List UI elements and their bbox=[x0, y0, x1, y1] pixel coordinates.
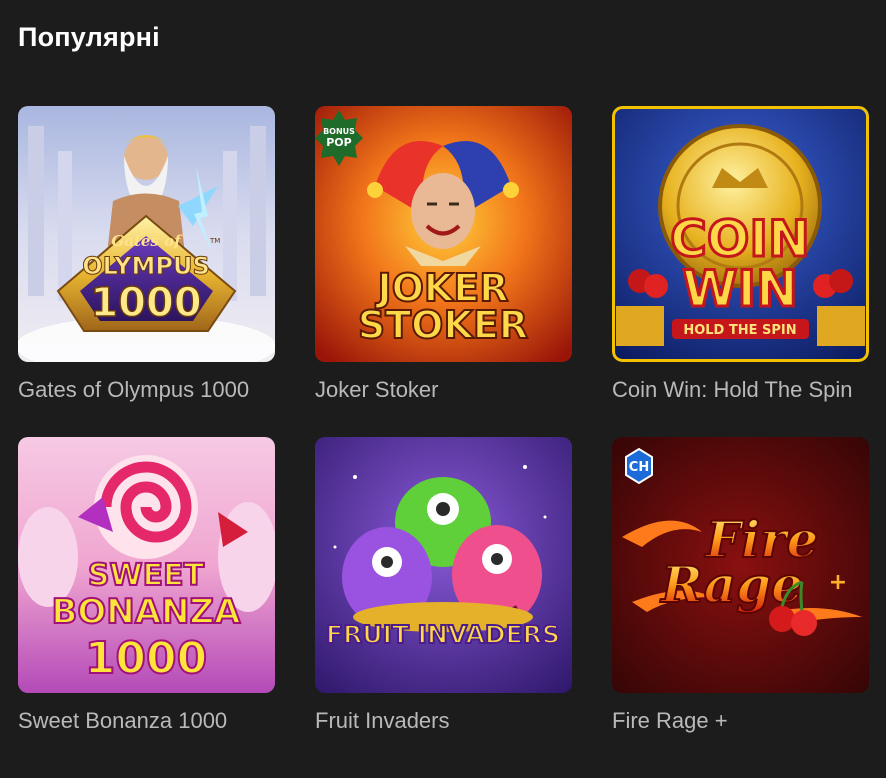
game-title[interactable]: Fruit Invaders bbox=[315, 708, 572, 734]
coin-win-art: COIN WIN HOLD THE SPIN bbox=[612, 106, 869, 362]
svg-text:BONANZA: BONANZA bbox=[51, 592, 241, 632]
section-title: Популярні bbox=[18, 22, 160, 52]
game-card-fruit-invaders[interactable]: FRUIT INVADERS Fruit Invaders bbox=[315, 437, 572, 734]
svg-text:STOKER: STOKER bbox=[358, 303, 528, 347]
game-card-joker-stoker[interactable]: JOKER STOKER BONUS POP Joker Stoker bbox=[315, 106, 572, 403]
svg-text:SWEET: SWEET bbox=[88, 558, 205, 593]
games-grid: Gates of OLYMPUS 1000 TM Gates of Olympu… bbox=[18, 106, 869, 734]
ch-provider-icon: CH bbox=[625, 447, 653, 485]
game-title[interactable]: Joker Stoker bbox=[315, 377, 572, 403]
game-thumbnail[interactable]: FRUIT INVADERS bbox=[315, 437, 572, 693]
fire-rage-art: Fire Rage + CH bbox=[612, 437, 869, 693]
svg-text:HOLD THE SPIN: HOLD THE SPIN bbox=[683, 323, 796, 338]
gates-of-olympus-art: Gates of OLYMPUS 1000 TM bbox=[18, 106, 275, 362]
game-thumbnail[interactable]: SWEET BONANZA 1000 bbox=[18, 437, 275, 693]
game-title[interactable]: Fire Rage + bbox=[612, 708, 869, 734]
game-title[interactable]: Coin Win: Hold The Spin bbox=[612, 377, 869, 403]
game-thumbnail[interactable]: Gates of OLYMPUS 1000 TM bbox=[18, 106, 275, 362]
game-card-gates-of-olympus[interactable]: Gates of OLYMPUS 1000 TM Gates of Olympu… bbox=[18, 106, 275, 403]
svg-text:OLYMPUS: OLYMPUS bbox=[82, 252, 210, 280]
game-thumbnail[interactable]: JOKER STOKER BONUS POP bbox=[315, 106, 572, 362]
svg-text:POP: POP bbox=[326, 136, 351, 149]
game-thumbnail[interactable]: COIN WIN HOLD THE SPIN bbox=[612, 106, 869, 362]
svg-text:TM: TM bbox=[209, 237, 220, 245]
svg-text:Gates of: Gates of bbox=[111, 232, 183, 250]
game-card-coin-win[interactable]: COIN WIN HOLD THE SPIN Coin Win: Hold Th… bbox=[612, 106, 869, 403]
game-card-sweet-bonanza[interactable]: SWEET BONANZA 1000 Sweet Bonanza 1000 bbox=[18, 437, 275, 734]
svg-text:WIN: WIN bbox=[682, 260, 798, 318]
svg-text:1000: 1000 bbox=[85, 633, 207, 684]
game-title[interactable]: Sweet Bonanza 1000 bbox=[18, 708, 275, 734]
joker-stoker-art: JOKER STOKER BONUS POP bbox=[315, 106, 572, 362]
bonus-pop-badge: BONUS POP bbox=[315, 110, 363, 166]
svg-text:BONUS: BONUS bbox=[323, 127, 355, 136]
svg-text:1000: 1000 bbox=[90, 280, 201, 326]
fruit-invaders-art: FRUIT INVADERS bbox=[315, 437, 572, 693]
game-thumbnail[interactable]: Fire Rage + CH bbox=[612, 437, 869, 693]
game-card-fire-rage[interactable]: Fire Rage + CH Fire Rage + bbox=[612, 437, 869, 734]
game-title[interactable]: Gates of Olympus 1000 bbox=[18, 377, 275, 403]
svg-text:CH: CH bbox=[629, 460, 649, 475]
svg-text:+: + bbox=[829, 570, 847, 595]
sweet-bonanza-art: SWEET BONANZA 1000 bbox=[18, 437, 275, 693]
svg-text:FRUIT INVADERS: FRUIT INVADERS bbox=[326, 620, 560, 649]
